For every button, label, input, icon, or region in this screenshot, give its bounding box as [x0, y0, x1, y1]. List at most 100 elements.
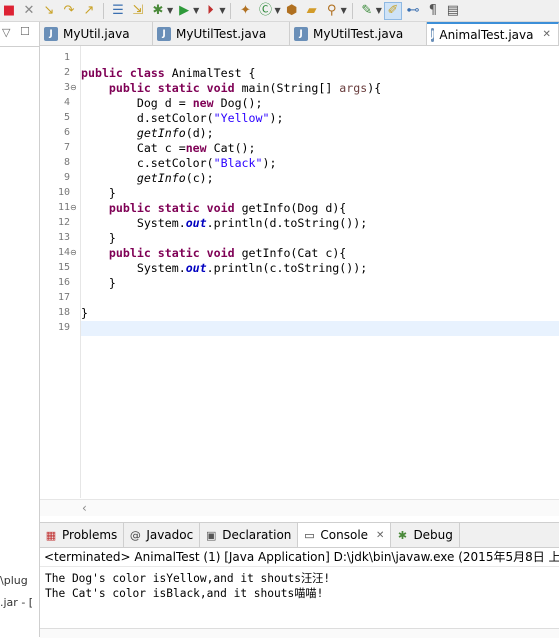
console-line: The Dog's color isYellow,and it shouts汪汪… — [45, 572, 331, 585]
line-number: 2 — [63, 67, 70, 78]
toggle-highlight-icon[interactable]: ⊷ — [404, 2, 422, 20]
line-number: 13 — [57, 232, 70, 243]
line-number: 19 — [57, 322, 70, 333]
console-icon: ▭ — [304, 528, 315, 542]
code-line: public static void main(String[] args){ — [108, 81, 382, 95]
tab-problems[interactable]: ▦ Problems — [40, 523, 125, 547]
line-number: 9 — [63, 172, 70, 183]
use-step-filters-icon[interactable]: ⇲ — [129, 2, 147, 20]
line-number: 1 — [63, 52, 70, 63]
tab-label: Debug — [413, 528, 453, 542]
view-menu-chevron-icon[interactable]: ▽ — [2, 26, 10, 39]
open-task-icon[interactable]: ▰ — [303, 2, 321, 20]
main-toolbar: ■ ✕ ↘ ↷ ↗ ☰ ⇲ ✱ ▼ ▶ ▼ ⏵ ▼ ✦ Ⓒ ▼ ⬢ ▰ ⚲ ▼ … — [0, 0, 559, 22]
java-file-icon: J — [157, 26, 171, 41]
maximize-icon[interactable]: ☐ — [20, 25, 30, 38]
console-output[interactable]: The Dog's color isYellow,and it shouts汪汪… — [40, 567, 559, 637]
console-status-line: <terminated> AnimalTest (1) [Java Applic… — [40, 548, 559, 567]
code-line: public static void getInfo(Cat c){ — [108, 246, 347, 260]
line-number: 14 — [57, 247, 70, 258]
editor-tab-bar: J MyUtil.java J MyUtilTest.java J MyUtil… — [40, 22, 559, 46]
fold-collapse-icon[interactable]: ⊖ — [70, 248, 77, 257]
line-number: 16 — [57, 277, 70, 288]
debug-icon[interactable]: ✱ — [149, 2, 167, 20]
run-external-icon[interactable]: ⏵ — [201, 2, 219, 20]
javadoc-icon: @ — [129, 528, 141, 542]
step-over-icon[interactable]: ↷ — [60, 2, 78, 20]
block-selection-icon[interactable]: ▤ — [444, 2, 462, 20]
drop-to-frame-icon[interactable]: ☰ — [109, 2, 127, 20]
line-number: 7 — [63, 142, 70, 153]
horizontal-scrollbar[interactable]: ‹ — [40, 499, 559, 516]
tab-javadoc[interactable]: @ Javadoc — [124, 523, 201, 547]
tab-myutiltest-java[interactable]: J MyUtilTest.java — [153, 22, 290, 45]
new-java-class-icon[interactable]: Ⓒ — [256, 2, 274, 20]
chevron-down-icon[interactable]: ▼ — [219, 6, 225, 15]
line-number: 3 — [63, 82, 70, 93]
code-text-area[interactable]: public class AnimalTest { public static … — [81, 46, 559, 498]
current-code-line — [81, 321, 559, 336]
code-line: Cat c =new Cat(); — [81, 141, 256, 155]
chevron-down-icon[interactable]: ▼ — [193, 6, 199, 15]
tab-label: MyUtilTest.java — [313, 26, 404, 41]
left-panel-text: .jar - [ — [0, 596, 34, 609]
tab-declaration[interactable]: ▣ Declaration — [200, 523, 299, 547]
line-number: 5 — [63, 112, 70, 123]
tab-myutil-java[interactable]: J MyUtil.java — [40, 22, 153, 45]
left-view-panel: ▽ ☐ \plug .jar - [ — [0, 22, 40, 637]
code-line: } — [81, 306, 88, 320]
line-number: 12 — [57, 217, 70, 228]
java-file-icon: J — [44, 26, 58, 41]
close-tab-icon[interactable]: ✕ — [376, 530, 384, 541]
stop-icon[interactable]: ■ — [0, 2, 18, 20]
java-file-icon: J — [431, 27, 435, 42]
code-line: System.out.println(d.toString()); — [81, 216, 368, 230]
fold-collapse-icon[interactable]: ⊖ — [70, 203, 77, 212]
disconnect-icon[interactable]: ✕ — [20, 2, 38, 20]
code-line: } — [81, 276, 116, 290]
tab-label: Problems — [62, 528, 118, 542]
chevron-down-icon[interactable]: ▼ — [341, 6, 347, 15]
toolbar-separator — [230, 2, 232, 19]
tab-debug[interactable]: ✱ Debug — [391, 523, 460, 547]
tab-console[interactable]: ▭ Console ✕ — [298, 523, 392, 547]
scroll-left-icon[interactable]: ‹ — [82, 501, 87, 515]
chevron-down-icon[interactable]: ▼ — [376, 6, 382, 15]
toolbar-separator — [351, 2, 353, 19]
tab-label: Javadoc — [146, 528, 194, 542]
code-line: Dog d = new Dog(); — [81, 96, 263, 110]
open-type-icon[interactable]: ⬢ — [283, 2, 301, 20]
code-line: System.out.println(c.toString()); — [81, 261, 368, 275]
step-into-icon[interactable]: ↘ — [40, 2, 58, 20]
line-number: 8 — [63, 157, 70, 168]
code-line: } — [81, 231, 116, 245]
code-line: public class AnimalTest { — [81, 66, 256, 80]
fold-collapse-icon[interactable]: ⊖ — [70, 83, 77, 92]
code-line: c.setColor("Black"); — [81, 156, 277, 170]
tab-label: Console — [320, 528, 369, 542]
left-panel-text: \plug — [0, 574, 28, 587]
annotation-icon[interactable]: ✎ — [358, 2, 376, 20]
tab-label: MyUtil.java — [63, 26, 130, 41]
tab-animaltest-java[interactable]: J AnimalTest.java ✕ — [427, 22, 559, 45]
tab-label: AnimalTest.java — [439, 27, 534, 42]
declaration-icon: ▣ — [206, 528, 217, 542]
console-line: The Cat's color isBlack,and it shouts喵喵! — [45, 587, 324, 600]
new-java-package-icon[interactable]: ✦ — [236, 2, 254, 20]
chevron-down-icon[interactable]: ▼ — [274, 6, 280, 15]
tab-myutiltest-java-2[interactable]: J MyUtilTest.java — [290, 22, 427, 45]
java-file-icon: J — [294, 26, 308, 41]
show-whitespace-icon[interactable]: ¶ — [424, 2, 442, 20]
code-editor[interactable]: 1 2 3 4 5 6 7 8 9 10 11 12 13 14 15 16 1… — [40, 46, 559, 518]
debug-icon: ✱ — [397, 528, 408, 542]
run-icon[interactable]: ▶ — [175, 2, 193, 20]
line-number: 15 — [57, 262, 70, 273]
chevron-down-icon[interactable]: ▼ — [167, 6, 173, 15]
line-number: 17 — [57, 292, 70, 303]
toggle-mark-occurrences-icon[interactable]: ✐ — [383, 1, 402, 20]
step-return-icon[interactable]: ↗ — [80, 2, 98, 20]
code-line: } — [81, 186, 116, 200]
bottom-panel-tabs: ▦ Problems @ Javadoc ▣ Declaration ▭ Con… — [40, 522, 559, 548]
search-icon[interactable]: ⚲ — [323, 2, 341, 20]
close-tab-icon[interactable]: ✕ — [542, 29, 550, 40]
